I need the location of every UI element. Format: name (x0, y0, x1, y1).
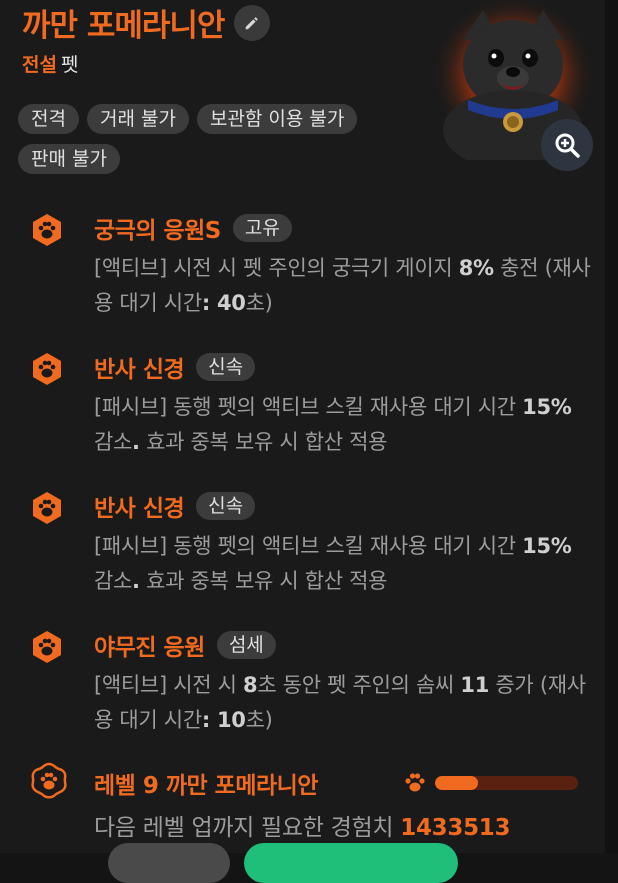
skill-badge: 섬세 (216, 631, 276, 659)
skill-desc-text: 초) (245, 291, 273, 315)
skill-name: 반사 신경 (94, 496, 185, 522)
skill-desc-text: 효과 중복 보유 시 합산 적용 (139, 430, 388, 454)
confirm-button[interactable] (244, 843, 458, 883)
skill-desc-value: : 40 (201, 291, 246, 315)
tag-list: 전격 거래 불가 보관함 이용 불가 판매 불가 (18, 104, 378, 174)
skill-description: [패시브] 동행 펫의 액티브 스킬 재사용 대기 시간 15% 감소. 효과 … (94, 390, 594, 460)
pencil-icon (246, 16, 259, 29)
skill-head: 반사 신경 신속 (94, 489, 256, 523)
zoom-button[interactable] (541, 119, 593, 171)
title-row: 까만 포메라니안 (22, 0, 271, 45)
skill-desc-text: 초) (245, 708, 273, 732)
skill-name: 궁극의 응원S (94, 218, 221, 244)
skill-desc-value: : 10 (201, 708, 246, 732)
scrollbar[interactable] (605, 0, 618, 853)
skill-desc-text: 효과 중복 보유 시 합산 적용 (139, 569, 388, 593)
edit-name-button[interactable] (234, 4, 271, 41)
exp-progress-fill (435, 776, 478, 790)
paw-badge-icon (31, 762, 67, 799)
tag-badge: 거래 불가 (86, 104, 189, 134)
secondary-button[interactable] (108, 843, 230, 883)
skill-desc-text: 초 동안 펫 주인의 솜씨 (257, 673, 461, 697)
tag-badge: 전격 (18, 104, 79, 134)
level-title: 레벨 9 까만 포메라니안 (94, 773, 318, 799)
pet-detail-panel: 까만 포메라니안 전설 펫 전격 거래 불가 보관함 이용 불가 판매 불가 궁… (0, 0, 605, 883)
skill-head: 반사 신경 신속 (94, 350, 256, 384)
paw-icon (33, 214, 61, 246)
zoom-in-icon (555, 133, 580, 158)
paw-icon (33, 492, 61, 524)
skill-desc-value: 8% (458, 256, 494, 280)
skill-head: 궁극의 응원S 고유 (94, 211, 292, 245)
skill-desc-value: 8 (243, 673, 258, 697)
skill-name: 야무진 응원 (94, 635, 205, 661)
skill-description: [패시브] 동행 펫의 액티브 스킬 재사용 대기 시간 15% 감소. 효과 … (94, 529, 594, 599)
skill-desc-text: [패시브] 동행 펫의 액티브 스킬 재사용 대기 시간 (94, 395, 523, 419)
skill-description: [액티브] 시전 시 펫 주인의 궁극기 게이지 8% 충전 (재사용 대기 시… (94, 251, 594, 321)
skill-desc-value: . (132, 430, 140, 454)
skill-name: 반사 신경 (94, 357, 185, 383)
paw-icon (405, 773, 425, 792)
skill-badge: 고유 (232, 214, 292, 242)
tag-badge: 판매 불가 (18, 144, 120, 174)
skill-head: 야무진 응원 섬세 (94, 628, 276, 662)
grade-row: 전설 펫 (22, 50, 78, 77)
pet-name: 까만 포메라니안 (22, 8, 225, 44)
skill-desc-text: [패시브] 동행 펫의 액티브 스킬 재사용 대기 시간 (94, 534, 523, 558)
skill-description: [액티브] 시전 시 8초 동안 펫 주인의 솜씨 11 증가 (재사용 대기 … (94, 668, 594, 738)
tag-badge: 보관함 이용 불가 (196, 104, 358, 134)
skill-badge: 신속 (196, 353, 256, 381)
skill-badge: 신속 (196, 492, 256, 520)
skill-desc-value: 11 (460, 673, 490, 697)
paw-icon (33, 631, 61, 663)
exp-label: 다음 레벨 업까지 필요한 경험치 (94, 815, 401, 841)
grade-label: 전설 (22, 54, 57, 76)
skill-desc-value: 15% (522, 395, 572, 419)
exp-progress-bar (435, 776, 578, 790)
paw-icon (33, 353, 61, 385)
exp-text: 다음 레벨 업까지 필요한 경험치 1433513 (94, 808, 510, 842)
skill-desc-text: 감소 (94, 569, 133, 593)
skill-desc-text: 감소 (94, 430, 133, 454)
exp-value: 1433513 (400, 815, 511, 841)
skill-desc-text: [액티브] 시전 시 펫 주인의 궁극기 게이지 (94, 256, 459, 280)
skill-desc-text: [액티브] 시전 시 (94, 673, 244, 697)
skill-desc-value: . (132, 569, 140, 593)
kind-label: 펫 (60, 54, 79, 76)
skill-desc-value: 15% (522, 534, 572, 558)
